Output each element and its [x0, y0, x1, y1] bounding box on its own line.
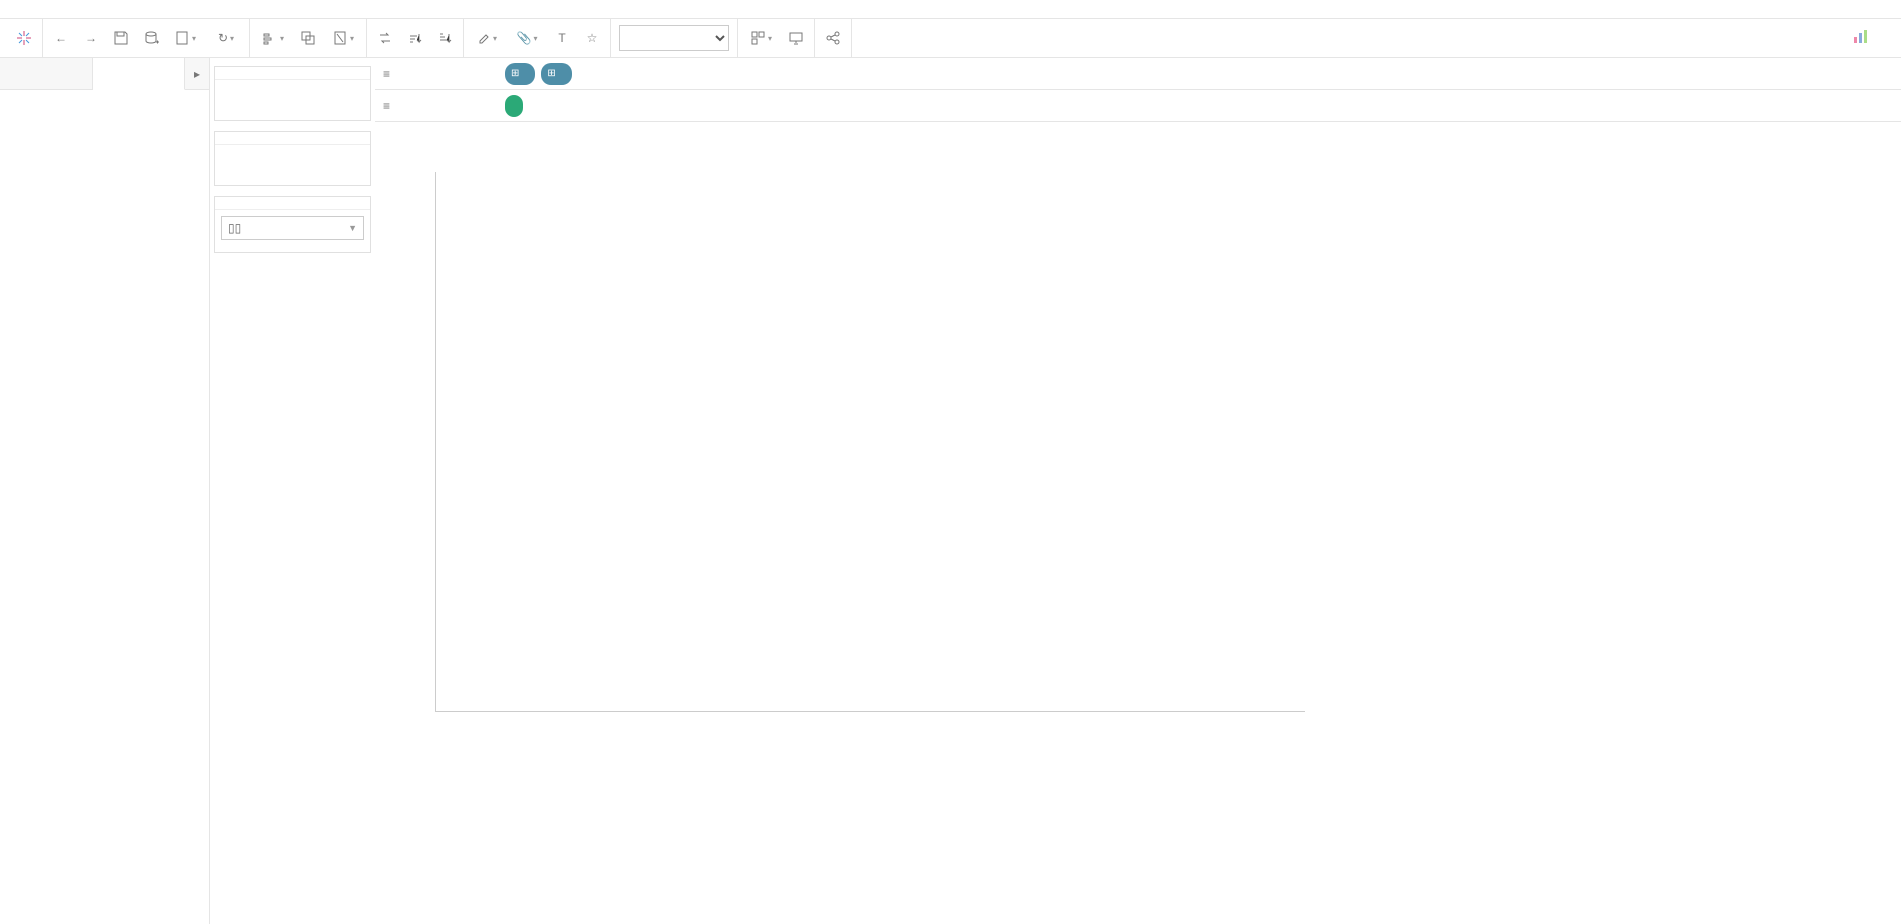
- rows-icon: ≡: [383, 99, 390, 113]
- columns-icon: ≡: [383, 67, 390, 81]
- marks-title: [215, 197, 370, 210]
- rows-shelf[interactable]: ≡: [375, 90, 1901, 122]
- show-cards-icon[interactable]: ▾: [746, 28, 776, 48]
- chevron-down-icon: ▼: [348, 223, 357, 233]
- presentation-icon[interactable]: [786, 28, 806, 48]
- swap-icon[interactable]: ▾: [258, 28, 288, 48]
- duplicate-icon[interactable]: [298, 28, 318, 48]
- pill-year-orderdate[interactable]: ⊞: [505, 63, 535, 85]
- clear-icon[interactable]: ▾: [328, 28, 358, 48]
- refresh-icon[interactable]: ↻▾: [211, 28, 241, 48]
- attachment-icon[interactable]: 📎▾: [512, 28, 542, 48]
- column-header-title: [435, 138, 1305, 142]
- pin-icon[interactable]: ☆: [582, 28, 602, 48]
- save-icon[interactable]: [111, 28, 131, 48]
- model-heading: [0, 108, 209, 126]
- analytics-pane: ▸: [0, 58, 210, 924]
- tab-analytics[interactable]: [93, 58, 186, 90]
- custom-heading: [0, 126, 209, 144]
- expand-icon: ⊞: [511, 68, 519, 79]
- bar-icon: ▯▯: [228, 221, 241, 235]
- undo-icon[interactable]: ←: [51, 28, 71, 48]
- tableau-logo-icon[interactable]: [14, 28, 34, 48]
- fit-dropdown[interactable]: [619, 25, 729, 51]
- chart: [435, 172, 1901, 712]
- new-sheet-icon[interactable]: ▾: [171, 28, 201, 48]
- summarize-heading: [0, 90, 209, 108]
- swap-rowscols-icon[interactable]: [375, 28, 395, 48]
- marks-card: ▯▯ ▼: [214, 196, 371, 253]
- sort-desc-icon[interactable]: [435, 28, 455, 48]
- cards-column: ▯▯ ▼: [210, 58, 375, 924]
- menubar: [0, 0, 1901, 18]
- pill-sum-sales[interactable]: [505, 95, 523, 117]
- sort-asc-icon[interactable]: [405, 28, 425, 48]
- filters-title: [215, 132, 370, 145]
- pages-card[interactable]: [214, 66, 371, 121]
- filters-card[interactable]: [214, 131, 371, 186]
- share-icon[interactable]: [823, 28, 843, 48]
- pages-title: [215, 67, 370, 80]
- highlight-icon[interactable]: ▾: [472, 28, 502, 48]
- tab-collapse-icon[interactable]: ▸: [185, 58, 209, 89]
- expand-icon: ⊞: [547, 68, 555, 79]
- sheet-title[interactable]: [375, 122, 1901, 138]
- show-me-button[interactable]: [1853, 29, 1895, 48]
- pill-quarter-orderdate[interactable]: ⊞: [541, 63, 571, 85]
- text-label-icon[interactable]: T: [552, 28, 572, 48]
- marks-type-dropdown[interactable]: ▯▯ ▼: [221, 216, 364, 240]
- columns-shelf[interactable]: ≡ ⊞ ⊞: [375, 58, 1901, 90]
- redo-icon[interactable]: →: [81, 28, 101, 48]
- toolbar: ← → ▾ ↻▾ ▾ ▾ ▾ 📎▾ T ☆ ▾: [0, 18, 1901, 58]
- plot-area[interactable]: [435, 172, 1305, 712]
- new-datasource-icon[interactable]: [141, 28, 161, 48]
- viz-area: ≡ ⊞ ⊞ ≡: [375, 58, 1901, 924]
- tab-data[interactable]: [0, 58, 93, 89]
- show-me-icon: [1853, 29, 1869, 48]
